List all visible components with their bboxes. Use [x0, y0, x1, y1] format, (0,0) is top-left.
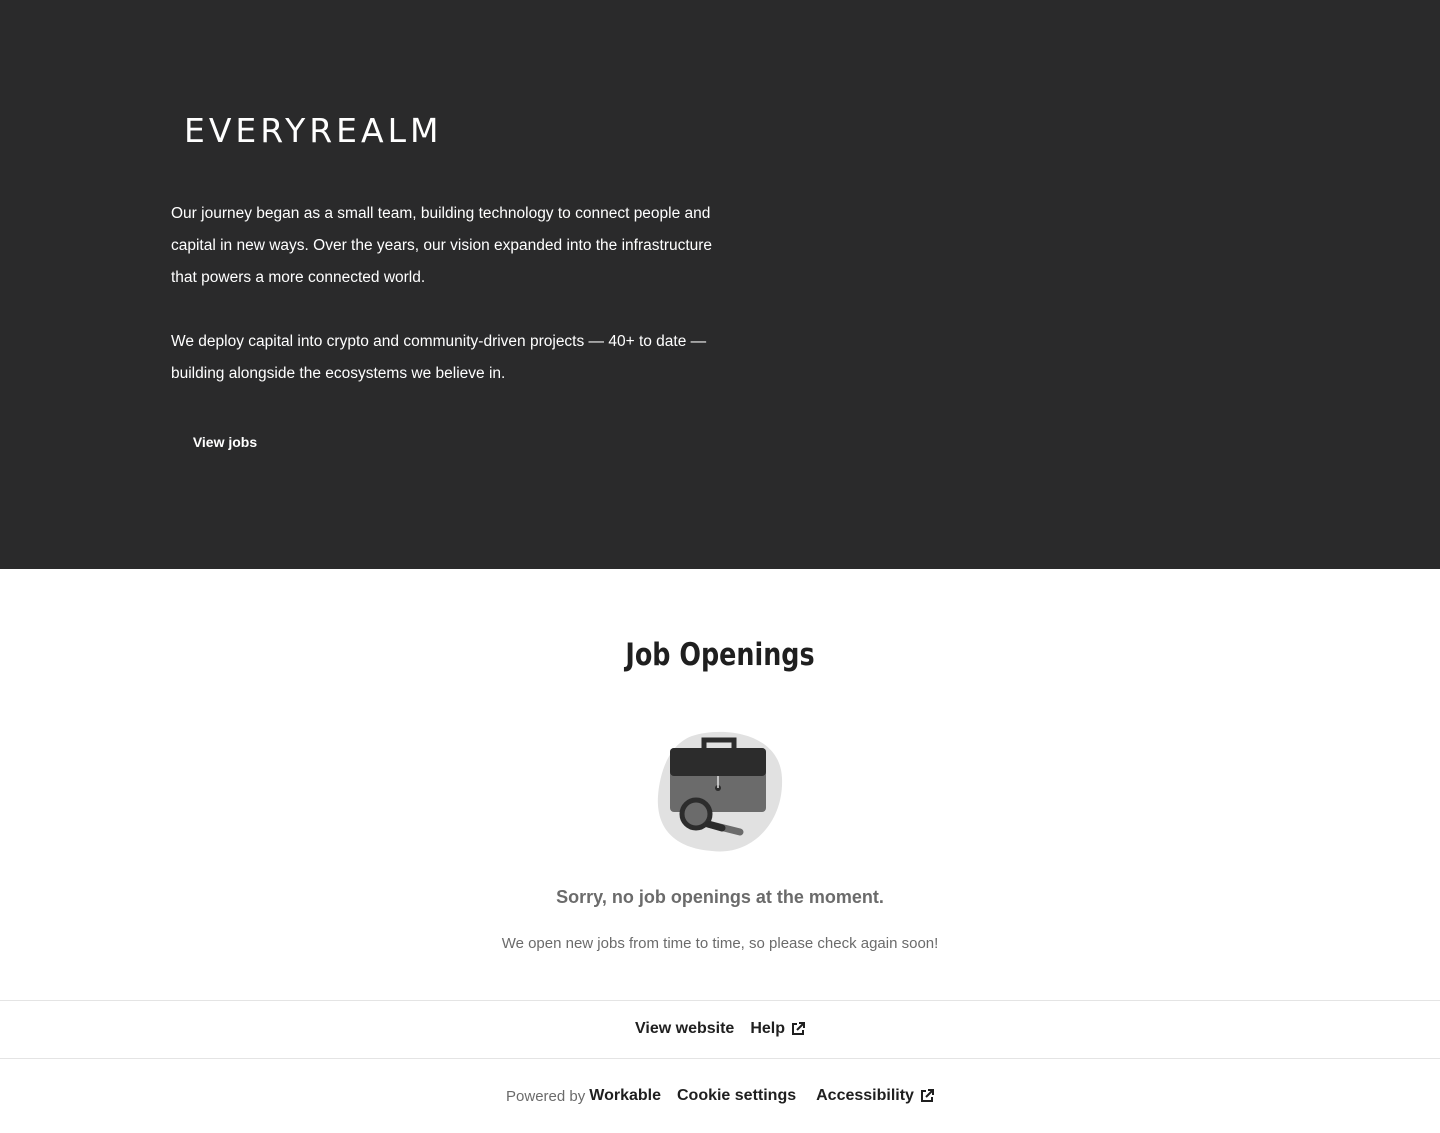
hero-paragraph-1: Our journey began as a small team, build… — [171, 205, 713, 286]
briefcase-search-icon — [652, 730, 788, 856]
help-label: Help — [750, 1020, 785, 1037]
no-openings-title: Sorry, no job openings at the moment. — [556, 887, 884, 907]
accessibility-label: Accessibility — [816, 1087, 914, 1104]
footer-divider-bottom — [0, 1058, 1440, 1059]
external-link-icon — [920, 1089, 934, 1103]
view-website-label: View website — [635, 1020, 735, 1037]
external-link-icon — [791, 1022, 805, 1036]
powered-by-label: Powered by — [506, 1087, 586, 1105]
job-openings-title: Job Openings — [625, 636, 815, 673]
help-link[interactable]: Help — [750, 1020, 805, 1038]
view-jobs-button[interactable]: View jobs — [171, 425, 279, 459]
workable-link[interactable]: Workable — [589, 1087, 661, 1105]
cookie-settings-link[interactable]: Cookie settings — [677, 1087, 796, 1105]
footer-links: View website Help — [0, 1014, 1440, 1044]
hero-paragraph-2: We deploy capital into crypto and commun… — [171, 333, 707, 382]
bottom-bar: Powered by Workable Cookie settings Acce… — [0, 1081, 1440, 1111]
view-website-link[interactable]: View website — [635, 1020, 734, 1038]
hero-description: Our journey began as a small team, build… — [171, 198, 731, 422]
footer-divider-top — [0, 1000, 1440, 1001]
hero-section: EVERYREALM Our journey began as a small … — [0, 0, 1440, 569]
no-openings-subtitle: We open new jobs from time to time, so p… — [501, 935, 939, 952]
company-logo[interactable]: EVERYREALM — [184, 111, 442, 151]
accessibility-link[interactable]: Accessibility — [816, 1087, 934, 1105]
